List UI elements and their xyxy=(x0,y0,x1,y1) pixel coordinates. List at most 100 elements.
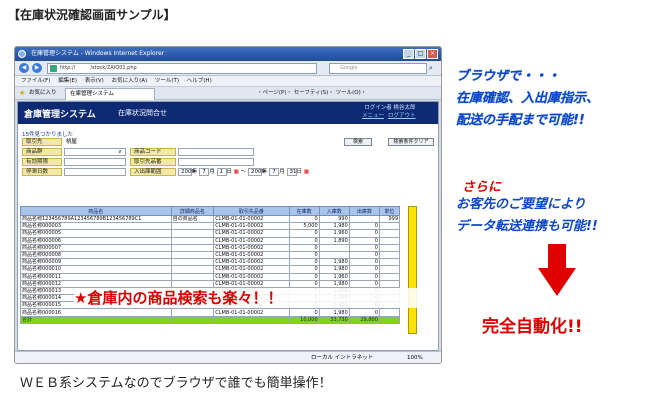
table-cell: 商品名称000005 xyxy=(20,229,172,238)
search-button[interactable]: 検索 xyxy=(344,138,372,146)
menu-tools[interactable]: ツール(T) xyxy=(155,78,179,84)
teitai-nissu-input[interactable] xyxy=(64,168,126,176)
table-cell: 0 xyxy=(348,229,380,238)
total-row: 合計 10,000 33,730 29,800 xyxy=(20,315,401,324)
table-cell: 0 xyxy=(288,279,320,288)
label-shohingun: 商品群 xyxy=(22,148,62,156)
login-label: ログイン者 xyxy=(364,105,392,111)
to-month-input[interactable]: 7 xyxy=(269,168,280,176)
menu-bar: ファイル(F) 編集(E) 表示(V) お気に入り(A) ツール(T) ヘルプ(… xyxy=(15,76,441,87)
search-icon[interactable]: ⌕ xyxy=(429,64,433,72)
back-icon[interactable]: ◀ xyxy=(19,63,29,73)
search-input[interactable]: Google xyxy=(329,63,427,74)
table-cell xyxy=(170,272,215,281)
to-day-input[interactable]: 31 xyxy=(286,168,297,176)
table-cell xyxy=(318,243,350,252)
label-nyushuko-hani: 入出庫範囲 xyxy=(130,168,176,176)
menu-view[interactable]: 表示(V) xyxy=(85,78,104,84)
address-bar[interactable]: http:// /stock/ZAIQ01.php xyxy=(47,63,317,74)
from-year-input[interactable]: 2009 xyxy=(178,168,195,176)
app-header: 倉庫管理システム 在庫状況問合せ ログイン者 桃谷太郎 メニュー ログアウト xyxy=(18,102,438,124)
menu-help[interactable]: ヘルプ(H) xyxy=(187,78,212,84)
table-cell: 1,890 xyxy=(318,236,350,245)
promo-text-sarani: さらに xyxy=(462,180,502,195)
table-cell: 0 xyxy=(348,272,380,281)
table-cell: 1,960 xyxy=(318,229,350,238)
date-range: 2009年 7月 1日 ▦ 〜 2009年 7月 31日 ▦ xyxy=(178,168,309,176)
table-cell: 0 xyxy=(288,214,320,224)
status-zoom[interactable]: 100% xyxy=(407,352,423,363)
minimize-icon[interactable]: _ xyxy=(403,49,414,59)
column-header[interactable]: 詳細商品名 xyxy=(170,206,215,216)
column-header[interactable]: 入庫数 xyxy=(318,206,350,216)
forward-icon[interactable]: ▶ xyxy=(32,63,42,73)
label-torihikisakiban: 取引先品番 xyxy=(130,158,176,166)
table-cell: CLMB-01-01-00002 xyxy=(213,222,290,231)
star-icon[interactable]: ★ xyxy=(19,90,25,97)
yuko-kigen-input[interactable] xyxy=(64,158,126,166)
menu-favorites[interactable]: お気に入り(A) xyxy=(112,78,148,84)
column-header[interactable]: 単位 xyxy=(378,206,401,216)
table-row[interactable]: 商品名称000006 CLMB-01-01-00002 0 1,890 0 xyxy=(20,236,401,245)
menu-file[interactable]: ファイル(F) xyxy=(21,78,50,84)
app-name: 倉庫管理システム xyxy=(24,110,96,120)
shohingun-select[interactable] xyxy=(64,148,126,156)
screen-title: 在庫状況問合せ xyxy=(118,109,167,117)
torihikisakiban-input[interactable] xyxy=(178,158,254,166)
calendar-icon[interactable]: ▦ xyxy=(304,169,309,175)
command-bar[interactable]: ・ページ(P)・ セーフティ(S)・ ツール(O)・ xyxy=(257,87,366,100)
table-cell xyxy=(378,265,401,274)
menu-edit[interactable]: 編集(E) xyxy=(58,78,77,84)
close-icon[interactable]: × xyxy=(427,49,438,59)
table-cell: CLMB-01-01-00002 xyxy=(213,265,290,274)
table-cell: 0 xyxy=(288,243,320,252)
column-header[interactable]: 出庫数 xyxy=(348,206,380,216)
chevron-down-icon[interactable]: ∨ xyxy=(118,148,122,156)
column-header[interactable]: 商品名 xyxy=(20,206,172,216)
table-scrollbar[interactable] xyxy=(408,206,417,334)
table-cell: 999 xyxy=(378,214,401,224)
table-cell: 商品名称123456789A123456789B123456789C1 xyxy=(20,214,172,224)
favorites-label[interactable]: お気に入り xyxy=(29,87,57,100)
table-cell: 0 xyxy=(348,243,380,252)
from-month-input[interactable]: 7 xyxy=(199,168,210,176)
column-header[interactable]: 在庫数 xyxy=(288,206,320,216)
table-cell: 0 xyxy=(348,279,380,288)
table-cell: 商品名称000016 xyxy=(20,308,172,317)
table-row[interactable]: 商品名称000011 CLMB-01-01-00002 0 1,960 0 xyxy=(20,272,401,281)
table-row[interactable]: 商品名称000007 CLMB-01-01-00002 0 0 xyxy=(20,243,401,252)
table-cell xyxy=(170,279,215,288)
maximize-icon[interactable]: □ xyxy=(415,49,426,59)
table-row[interactable]: 商品名称000003 CLMB-01-01-00002 5,000 1,980 0 xyxy=(20,222,401,231)
table-row[interactable]: 商品名称000005 CLMB-01-01-00002 0 1,960 0 xyxy=(20,229,401,238)
table-cell: 0 xyxy=(288,258,320,267)
table-row[interactable]: 商品名称000010 CLMB-01-01-00002 0 1,980 0 xyxy=(20,265,401,274)
shohin-code-input[interactable] xyxy=(178,148,254,156)
column-header[interactable]: 取引先品番 xyxy=(213,206,290,216)
promo-text-data: お客先のご要望により データ転送連携も可能!! xyxy=(456,197,598,234)
table-cell: 1,960 xyxy=(318,272,350,281)
search-placeholder: Google xyxy=(340,65,358,71)
calendar-icon[interactable]: ▦ xyxy=(234,169,239,175)
table-cell xyxy=(378,236,401,245)
table-row[interactable]: 商品名称123456789A123456789B123456789C1 自の商品名… xyxy=(20,214,401,224)
table-cell: CLMB-01-01-00002 xyxy=(213,258,290,267)
from-day-input[interactable]: 1 xyxy=(216,168,227,176)
table-row[interactable]: 商品名称000012 CLMB-01-01-00002 0 1,980 0 xyxy=(20,279,401,288)
table-row[interactable]: 商品名称000008 CLMB-01-01-00002 0 0 xyxy=(20,250,401,260)
table-row[interactable]: 商品名称000016 CLMB-01-01-00002 0 1,980 0 xyxy=(20,308,401,317)
to-year-input[interactable]: 2009 xyxy=(248,168,265,176)
label-teitai-nissu: 停滞日数 xyxy=(22,168,62,176)
table-cell: 商品名称000007 xyxy=(20,243,172,252)
page-content: 倉庫管理システム 在庫状況問合せ ログイン者 桃谷太郎 メニュー ログアウト 15… xyxy=(17,101,439,351)
menu-link[interactable]: メニュー xyxy=(362,113,384,119)
table-cell: 商品名称000012 xyxy=(20,279,172,288)
table-cell: 合計 xyxy=(20,315,172,324)
table-cell xyxy=(170,236,215,245)
tab-label: 在庫管理システム xyxy=(70,91,114,97)
browser-tab[interactable]: 在庫管理システム xyxy=(65,88,155,100)
table-row[interactable]: 商品名称000009 CLMB-01-01-00002 0 1,980 0 xyxy=(20,258,401,267)
logout-link[interactable]: ログアウト xyxy=(388,113,416,119)
table-cell xyxy=(378,279,401,288)
clear-conditions-button[interactable]: 検索条件クリア xyxy=(388,138,434,146)
